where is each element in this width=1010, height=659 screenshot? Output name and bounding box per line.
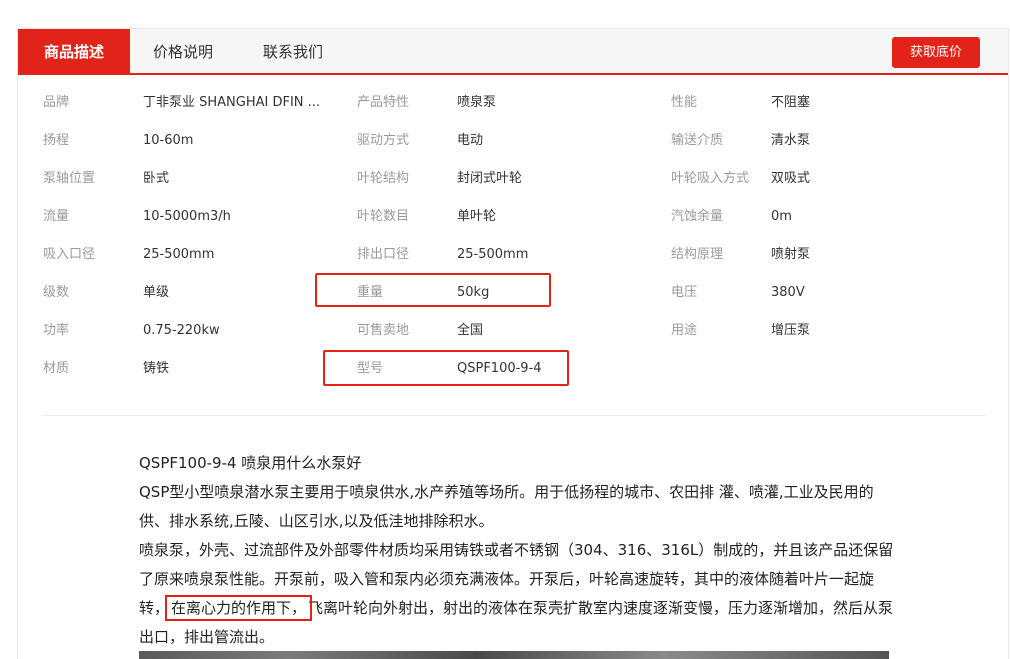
spec-value: 0.75-220kw xyxy=(143,323,220,338)
spec-label: 扬程 xyxy=(43,133,70,148)
spec-row: 流量 10-5000m3/h 叶轮数目 单叶轮 汽蚀余量 0m xyxy=(18,198,1008,236)
spec-label: 泵轴位置 xyxy=(43,171,96,186)
spec-row: 功率 0.75-220kw 可售卖地 全国 用途 增压泵 xyxy=(18,312,1008,350)
tab-price-info[interactable]: 价格说明 xyxy=(130,29,236,75)
spec-value: 双吸式 xyxy=(771,171,811,186)
spec-value: 0m xyxy=(771,209,792,224)
description-paragraph-2: 喷泉泵，外壳、过流部件及外部零件材质均采用铸铁或者不锈钢（304、316、316… xyxy=(139,536,899,652)
spec-value: 25-500mm xyxy=(457,247,529,262)
spec-value: 10-5000m3/h xyxy=(143,209,231,224)
spec-label: 叶轮吸入方式 xyxy=(671,171,750,186)
spec-value: 卧式 xyxy=(143,171,170,186)
spec-label: 性能 xyxy=(671,95,698,110)
spec-label: 电压 xyxy=(671,285,698,300)
spec-value: 单级 xyxy=(143,285,170,300)
spec-row: 品牌 丁非泵业 SHANGHAI DFIN ... 产品特性 喷泉泵 性能 不阻… xyxy=(18,84,1008,122)
spec-label: 吸入口径 xyxy=(43,247,96,262)
spec-value: 全国 xyxy=(457,323,484,338)
spec-label: 排出口径 xyxy=(357,247,410,262)
spec-value: 380V xyxy=(771,285,805,300)
spec-value: 封闭式叶轮 xyxy=(457,171,523,186)
spec-label: 品牌 xyxy=(43,95,70,110)
description-title: QSPF100-9-4 喷泉用什么水泵好 xyxy=(139,454,362,472)
spec-label: 叶轮数目 xyxy=(357,209,410,224)
spec-row: 吸入口径 25-500mm 排出口径 25-500mm 结构原理 喷射泵 xyxy=(18,236,1008,274)
spec-label: 汽蚀余量 xyxy=(671,209,724,224)
spec-label: 结构原理 xyxy=(671,247,724,262)
spec-value: 单叶轮 xyxy=(457,209,497,224)
spec-row: 泵轴位置 卧式 叶轮结构 封闭式叶轮 叶轮吸入方式 双吸式 xyxy=(18,160,1008,198)
tab-bar: 商品描述 价格说明 联系我们 获取底价 xyxy=(18,29,1008,75)
product-photo xyxy=(139,651,889,659)
tab-contact-us[interactable]: 联系我们 xyxy=(236,29,350,75)
spec-label: 用途 xyxy=(671,323,698,338)
centrifugal-force-highlight: 在离心力的作用下， xyxy=(165,595,313,621)
spec-value: 10-60m xyxy=(143,133,194,148)
spec-label: 可售卖地 xyxy=(357,323,410,338)
spec-value: 丁非泵业 SHANGHAI DFIN ... xyxy=(143,95,321,110)
product-description: QSPF100-9-4 喷泉用什么水泵好 QSP型小型喷泉潜水泵主要用于喷泉供水… xyxy=(139,449,899,652)
spec-label: 级数 xyxy=(43,285,70,300)
description-paragraph-1: QSP型小型喷泉潜水泵主要用于喷泉供水,水产养殖等场所。用于低扬程的城市、农田排… xyxy=(139,483,874,530)
weight-highlight-box xyxy=(315,273,551,307)
spec-label: 材质 xyxy=(43,361,70,376)
tab-product-description[interactable]: 商品描述 xyxy=(18,29,130,75)
spec-label: 功率 xyxy=(43,323,70,338)
spec-value: 铸铁 xyxy=(143,361,170,376)
spec-label: 产品特性 xyxy=(357,95,410,110)
spec-value: 增压泵 xyxy=(771,323,811,338)
spec-value: 喷射泵 xyxy=(771,247,811,262)
spec-label: 驱动方式 xyxy=(357,133,410,148)
spec-row: 扬程 10-60m 驱动方式 电动 输送介质 清水泵 xyxy=(18,122,1008,160)
get-lowest-price-button[interactable]: 获取底价 xyxy=(892,37,980,68)
spec-label: 叶轮结构 xyxy=(357,171,410,186)
product-detail-panel: 商品描述 价格说明 联系我们 获取底价 品牌 丁非泵业 SHANGHAI DFI… xyxy=(17,28,1009,659)
spec-label: 输送介质 xyxy=(671,133,724,148)
spec-value: 不阻塞 xyxy=(771,95,811,110)
spec-label: 流量 xyxy=(43,209,70,224)
model-highlight-box xyxy=(323,350,569,386)
spec-value: 25-500mm xyxy=(143,247,215,262)
section-divider xyxy=(43,415,985,416)
spec-value: 清水泵 xyxy=(771,133,811,148)
spec-value: 喷泉泵 xyxy=(457,95,497,110)
spec-value: 电动 xyxy=(457,133,484,148)
